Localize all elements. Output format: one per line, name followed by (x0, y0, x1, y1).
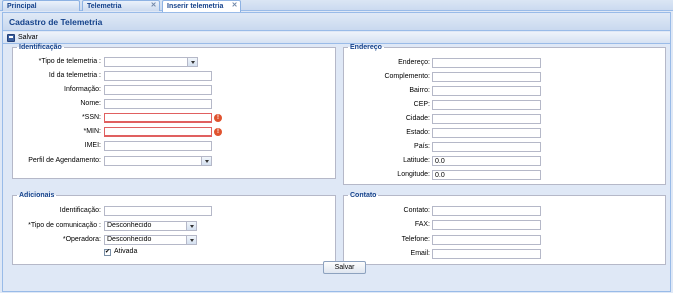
operadora-label: *Operadora: (62, 236, 101, 243)
error-icon: ! (214, 128, 222, 136)
imei-label: IMEI: (84, 142, 101, 149)
imei-input[interactable] (104, 141, 212, 151)
tab-inserir-telemetria[interactable]: Inserir telemetria ✕ (162, 0, 241, 12)
ativada-label: Ativada (114, 248, 138, 255)
email-input[interactable] (432, 249, 541, 259)
id-telemetria-input[interactable] (104, 71, 212, 81)
min-label: *MIN: (83, 128, 102, 135)
contato-legend: Contato (350, 192, 377, 199)
chevron-down-icon[interactable] (201, 157, 211, 165)
longitude-input[interactable] (432, 170, 541, 180)
tab-label: Principal (7, 3, 37, 10)
ssn-label: *SSN: (81, 114, 101, 121)
cep-label: CEP: (413, 101, 430, 108)
perfil-agendamento-select[interactable] (104, 156, 212, 166)
telefone-input[interactable] (432, 235, 541, 245)
latitude-input[interactable] (432, 156, 541, 166)
chevron-down-icon[interactable] (187, 58, 197, 66)
tab-bar: Principal Telemetria ✕ Inserir telemetri… (0, 0, 673, 12)
chevron-down-icon[interactable] (186, 222, 196, 230)
toolbar-save-button[interactable]: Salvar (7, 33, 38, 43)
contato-label: Contato: (403, 207, 430, 214)
email-label: Email: (410, 250, 430, 257)
tab-label: Inserir telemetria (167, 3, 224, 10)
adicionais-identificacao-label: Identificação: (59, 207, 101, 214)
tipo-comunicacao-select[interactable]: Desconhecido (104, 221, 197, 231)
endereco-legend: Endereço (350, 44, 382, 51)
tab-principal[interactable]: Principal (2, 0, 80, 11)
complemento-input[interactable] (432, 72, 541, 82)
tab-label: Telemetria (87, 3, 122, 10)
toolbar: Salvar (3, 32, 670, 44)
ssn-input[interactable] (104, 113, 212, 123)
checkmark-icon: ✔ (105, 249, 111, 255)
telefone-label: Telefone: (401, 236, 430, 243)
estado-input[interactable] (432, 128, 541, 138)
pais-input[interactable] (432, 142, 541, 152)
estado-label: Estado: (406, 129, 430, 136)
nome-input[interactable] (104, 99, 212, 109)
operadora-select[interactable]: Desconhecido (104, 235, 197, 245)
tab-telemetria[interactable]: Telemetria ✕ (82, 0, 160, 11)
save-icon (7, 34, 15, 42)
latitude-label: Latitude: (403, 157, 430, 164)
error-icon: ! (214, 114, 222, 122)
cidade-input[interactable] (432, 114, 541, 124)
identificacao-legend: Identificação (19, 44, 62, 51)
cep-input[interactable] (432, 100, 541, 110)
chevron-down-icon[interactable] (186, 236, 196, 244)
min-input[interactable] (104, 127, 212, 137)
bairro-label: Bairro: (409, 87, 430, 94)
tipo-telemetria-label: *Tipo de telemetria : (38, 58, 101, 65)
longitude-label: Longitude: (397, 171, 430, 178)
complemento-label: Complemento: (384, 73, 430, 80)
tipo-comunicacao-value: Desconhecido (107, 222, 152, 229)
operadora-value: Desconhecido (107, 236, 152, 243)
panel-title: Cadastro de Telemetria (3, 13, 670, 31)
toolbar-save-label: Salvar (18, 34, 38, 41)
fax-label: FAX: (414, 221, 430, 228)
informacao-label: Informação: (64, 86, 101, 93)
pais-label: País: (414, 143, 430, 150)
contato-input[interactable] (432, 206, 541, 216)
adicionais-legend: Adicionais (19, 192, 55, 199)
close-icon[interactable]: ✕ (231, 2, 238, 9)
close-icon[interactable]: ✕ (150, 2, 157, 9)
adicionais-identificacao-input[interactable] (104, 206, 212, 216)
tipo-comunicacao-label: *Tipo de comunicação : (28, 222, 101, 229)
fax-input[interactable] (432, 220, 541, 230)
endereco-input[interactable] (432, 58, 541, 68)
nome-label: Nome: (80, 100, 101, 107)
id-telemetria-label: Id da telemetria : (48, 72, 101, 79)
save-button[interactable]: Salvar (323, 261, 366, 274)
informacao-input[interactable] (104, 85, 212, 95)
ativada-checkbox[interactable]: ✔ (104, 249, 111, 256)
endereco-label: Endereço: (398, 59, 430, 66)
tipo-telemetria-select[interactable] (104, 57, 198, 67)
bairro-input[interactable] (432, 86, 541, 96)
perfil-agendamento-label: Perfil de Agendamento: (28, 157, 101, 164)
cidade-label: Cidade: (405, 115, 430, 122)
